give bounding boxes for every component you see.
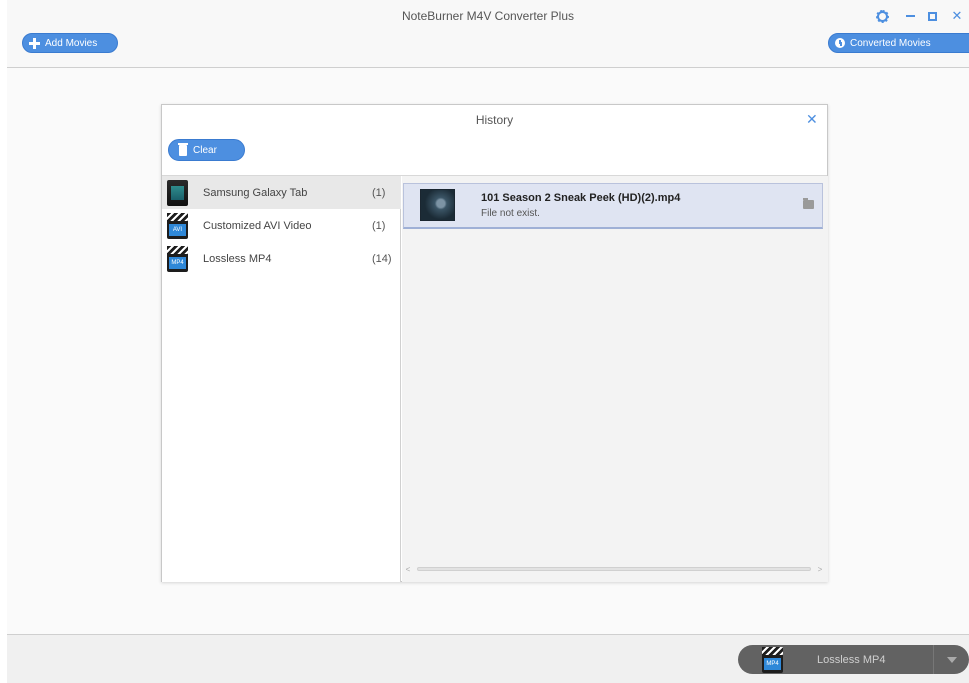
mp4-badge: MP4 <box>764 658 781 670</box>
output-format-label: Lossless MP4 <box>817 653 886 666</box>
output-format-dropdown[interactable] <box>933 645 969 674</box>
app-window: Add Movies NoteBurner M4V Converter Plus… <box>7 0 969 683</box>
clapper-mp4-icon: MP4 <box>167 245 188 272</box>
profile-item-samsung-galaxy-tab[interactable]: Samsung Galaxy Tab (1) <box>162 176 401 209</box>
trash-icon <box>178 142 188 156</box>
clock-icon <box>835 38 845 48</box>
open-folder-icon[interactable] <box>803 198 814 209</box>
profile-name: Lossless MP4 <box>203 252 272 265</box>
profile-list: Samsung Galaxy Tab (1) AVI Customized AV… <box>162 176 401 582</box>
title-bar: Add Movies NoteBurner M4V Converter Plus… <box>7 0 969 68</box>
minimize-icon[interactable] <box>903 9 917 23</box>
clear-label: Clear <box>193 144 217 156</box>
mp4-badge: MP4 <box>169 256 186 269</box>
close-window-icon[interactable]: ✕ <box>950 8 964 23</box>
file-list: 101 Season 2 Sneak Peek (HD)(2).mp4 File… <box>402 176 828 582</box>
history-dialog: History ✕ Clear Samsung Galaxy Tab (1) A… <box>161 104 828 582</box>
chevron-down-icon <box>946 656 957 663</box>
profile-name: Samsung Galaxy Tab <box>203 186 308 199</box>
add-movies-label: Add Movies <box>45 37 98 49</box>
scroll-left-arrow-icon[interactable]: < <box>403 565 413 574</box>
horizontal-scrollbar[interactable]: < > <box>403 563 825 575</box>
file-status: File not exist. <box>481 208 540 219</box>
bottom-bar: MP4 Lossless MP4 <box>7 634 969 683</box>
add-movies-button[interactable]: Add Movies <box>22 33 118 53</box>
maximize-icon[interactable] <box>925 9 939 23</box>
profile-count: (1) <box>372 186 386 199</box>
profile-name: Customized AVI Video <box>203 219 312 232</box>
profile-count: (1) <box>372 219 386 232</box>
settings-gear-icon[interactable] <box>874 9 890 23</box>
close-icon[interactable]: ✕ <box>806 111 818 128</box>
clapper-avi-icon: AVI <box>167 212 188 239</box>
profile-count: (14) <box>372 252 392 265</box>
output-format-select[interactable]: MP4 Lossless MP4 <box>738 645 969 674</box>
avi-badge: AVI <box>169 223 186 236</box>
file-name: 101 Season 2 Sneak Peek (HD)(2).mp4 <box>481 192 681 204</box>
history-dialog-title: History <box>475 113 514 127</box>
scroll-right-arrow-icon[interactable]: > <box>815 565 825 574</box>
plus-icon <box>29 37 40 49</box>
profile-item-customized-avi-video[interactable]: AVI Customized AVI Video (1) <box>162 209 401 242</box>
clear-button[interactable]: Clear <box>168 139 245 161</box>
tablet-icon <box>167 179 188 206</box>
video-thumbnail-icon <box>420 189 455 221</box>
file-list-item[interactable]: 101 Season 2 Sneak Peek (HD)(2).mp4 File… <box>403 183 823 229</box>
scroll-track[interactable] <box>417 567 811 571</box>
profile-item-lossless-mp4[interactable]: MP4 Lossless MP4 (14) <box>162 242 401 275</box>
clapper-mp4-icon: MP4 <box>762 647 783 673</box>
app-title: NoteBurner M4V Converter Plus <box>401 9 575 23</box>
converted-movies-button[interactable]: Converted Movies <box>828 33 969 53</box>
converted-movies-label: Converted Movies <box>850 37 931 49</box>
